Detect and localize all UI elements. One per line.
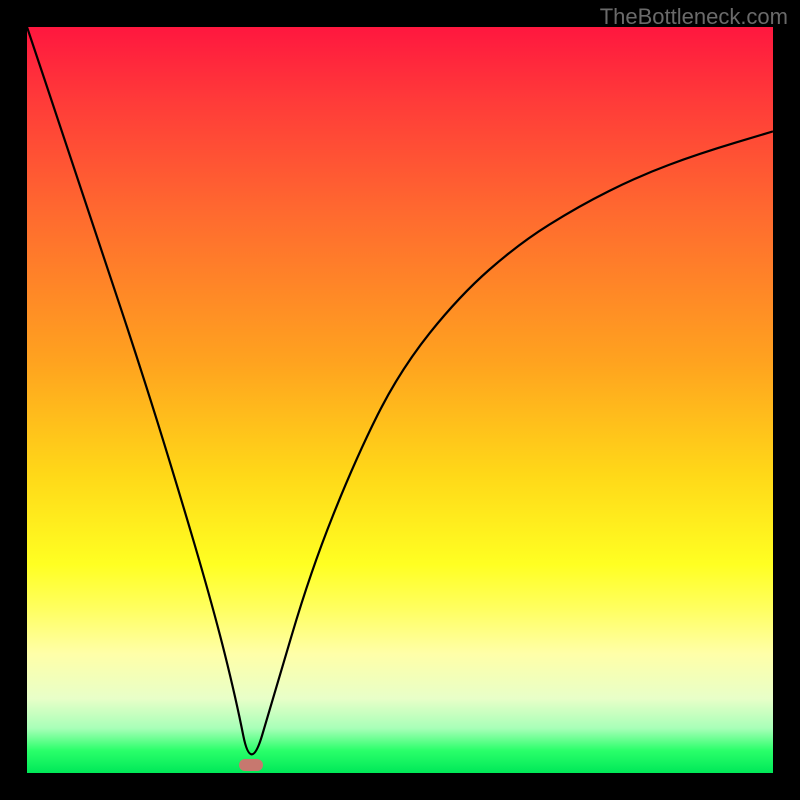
watermark-text: TheBottleneck.com <box>600 4 788 30</box>
chart-plot-area <box>27 27 773 773</box>
bottleneck-curve <box>27 27 773 773</box>
optimal-point-marker <box>239 759 263 771</box>
